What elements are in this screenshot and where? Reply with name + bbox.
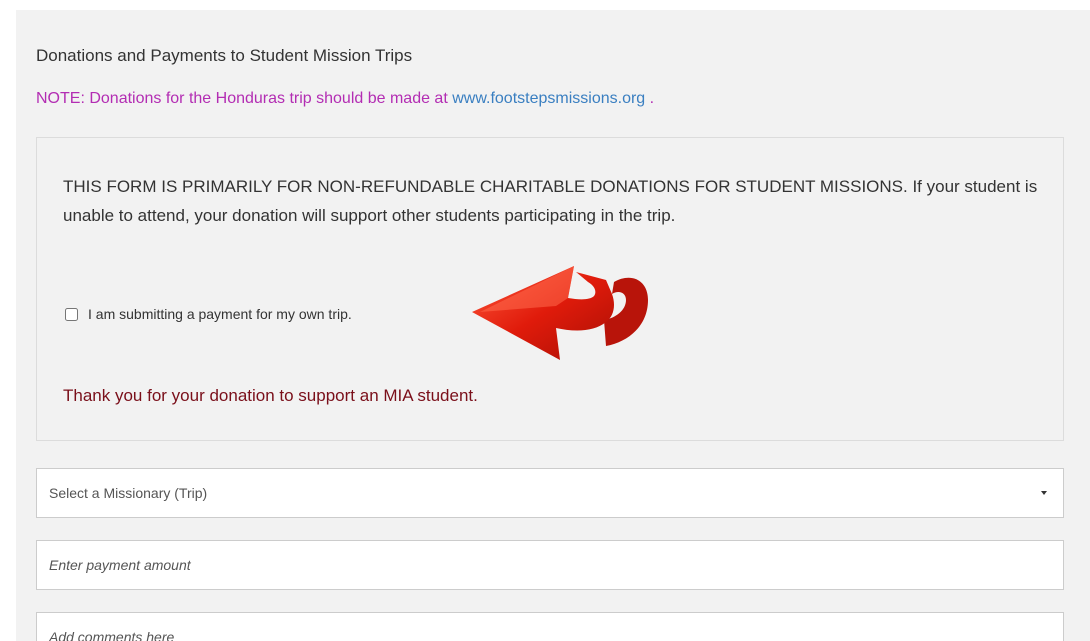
- own-trip-checkbox[interactable]: [65, 307, 78, 321]
- comments-field[interactable]: [36, 612, 1064, 641]
- footsteps-link[interactable]: www.footstepsmissions.org: [452, 90, 645, 107]
- payment-amount-field[interactable]: [36, 540, 1064, 590]
- missionary-select-value: Select a Missionary (Trip): [49, 485, 208, 501]
- payment-amount-input[interactable]: [37, 541, 1063, 589]
- own-trip-checkbox-label: I am submitting a payment for my own tri…: [88, 306, 352, 322]
- honduras-note: NOTE: Donations for the Honduras trip sh…: [36, 90, 654, 108]
- red-curved-arrow-icon: [472, 266, 648, 360]
- own-trip-checkbox-row[interactable]: I am submitting a payment for my own tri…: [65, 306, 352, 322]
- comments-input[interactable]: [37, 613, 1063, 641]
- page-title: Donations and Payments to Student Missio…: [36, 46, 413, 65]
- caret-down-icon: [1041, 491, 1047, 495]
- notice-text: THIS FORM IS PRIMARILY FOR NON-REFUNDABL…: [63, 177, 1038, 225]
- missionary-select[interactable]: Select a Missionary (Trip): [36, 468, 1064, 518]
- donation-panel: Donations and Payments to Student Missio…: [16, 10, 1090, 641]
- note-suffix: .: [645, 90, 655, 107]
- thank-you-message: Thank you for your donation to support a…: [63, 386, 478, 405]
- note-text: NOTE: Donations for the Honduras trip sh…: [36, 90, 448, 107]
